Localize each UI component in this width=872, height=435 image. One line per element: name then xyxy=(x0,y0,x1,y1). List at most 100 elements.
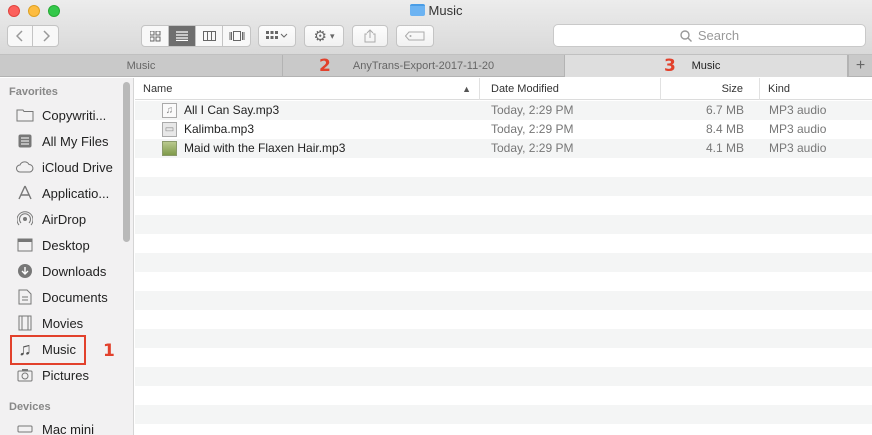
sidebar-item-icloud-drive[interactable]: iCloud Drive xyxy=(15,156,113,178)
annotation-marker-3: 3 xyxy=(664,56,676,76)
chevron-left-icon xyxy=(16,30,23,42)
file-date: Today, 2:29 PM xyxy=(491,103,574,117)
empty-row xyxy=(135,329,872,348)
documents-icon xyxy=(15,288,35,306)
sidebar-item-all-my-files[interactable]: All My Files xyxy=(15,130,108,152)
audio-file-icon: ♫ xyxy=(162,103,177,118)
file-name: Maid with the Flaxen Hair.mp3 xyxy=(184,141,346,155)
folder-icon xyxy=(409,4,425,16)
devices-heading: Devices xyxy=(9,401,51,413)
empty-row xyxy=(135,158,872,177)
file-size: 4.1 MB xyxy=(705,141,744,155)
sidebar-item-label: Pictures xyxy=(42,367,89,383)
share-icon xyxy=(364,29,376,43)
plus-icon: + xyxy=(855,57,866,74)
view-mode-control xyxy=(141,25,251,47)
sidebar-item-desktop[interactable]: Desktop xyxy=(15,234,90,256)
column-header-date[interactable]: Date Modified xyxy=(480,78,661,100)
empty-row xyxy=(135,177,872,196)
sidebar: Favorites Copywriti... All My Files iClo… xyxy=(0,78,134,435)
arrange-button[interactable] xyxy=(258,25,296,47)
back-button[interactable] xyxy=(8,26,34,46)
annotation-marker-1: 1 xyxy=(103,341,115,361)
sidebar-item-downloads[interactable]: Downloads xyxy=(15,260,106,282)
search-placeholder: Search xyxy=(697,28,740,43)
file-row[interactable]: ♫ All I Can Say.mp3 Today, 2:29 PM 6.7 M… xyxy=(135,101,872,120)
file-date: Today, 2:29 PM xyxy=(491,122,574,136)
column-size-label: Size xyxy=(721,83,743,95)
airdrop-icon xyxy=(15,210,35,228)
column-view-button[interactable] xyxy=(196,26,223,46)
arrange-grid-icon xyxy=(266,31,288,39)
empty-row xyxy=(135,234,872,253)
icon-view-button[interactable] xyxy=(142,26,169,46)
sidebar-item-documents[interactable]: Documents xyxy=(15,286,108,308)
cover-flow-view-button[interactable] xyxy=(223,26,250,46)
grid-icon xyxy=(149,30,160,41)
file-row[interactable]: Maid with the Flaxen Hair.mp3 Today, 2:2… xyxy=(135,139,872,158)
all-files-icon xyxy=(15,132,35,150)
empty-row xyxy=(135,348,872,367)
column-header-kind[interactable]: Kind xyxy=(760,78,872,100)
file-size: 6.7 MB xyxy=(705,103,744,117)
chevron-down-icon: ▾ xyxy=(329,30,335,41)
file-name: All I Can Say.mp3 xyxy=(184,103,280,117)
file-kind: MP3 audio xyxy=(769,103,827,117)
column-name-label: Name xyxy=(143,83,173,95)
empty-row xyxy=(135,405,872,424)
edit-tags-button[interactable] xyxy=(396,25,434,47)
new-tab-button[interactable]: + xyxy=(848,55,872,77)
tab-music-1[interactable]: Music xyxy=(0,55,283,77)
tab-music-active[interactable]: Music xyxy=(565,55,848,77)
sidebar-item-airdrop[interactable]: AirDrop xyxy=(15,208,86,230)
empty-row xyxy=(135,196,872,215)
desktop-icon xyxy=(15,236,35,254)
sidebar-item-movies[interactable]: Movies xyxy=(15,312,83,334)
column-header-size[interactable]: Size xyxy=(661,78,760,100)
search-input[interactable]: Search xyxy=(553,24,866,47)
sidebar-item-mac-mini[interactable]: Mac mini xyxy=(15,418,94,435)
gear-icon: ⚙ xyxy=(313,28,327,45)
empty-row xyxy=(135,310,872,329)
empty-row xyxy=(135,367,872,386)
list-view-button[interactable] xyxy=(169,26,196,46)
cover-flow-icon xyxy=(229,31,244,41)
sidebar-item-label: iCloud Drive xyxy=(42,159,113,175)
window-toolbar: Music ⚙ ▾ Search xyxy=(0,0,872,55)
column-kind-label: Kind xyxy=(768,83,791,95)
sidebar-item-label: Copywriti... xyxy=(42,107,107,123)
column-date-label: Date Modified xyxy=(491,83,559,95)
audio-file-thumbnail-icon: ▭ xyxy=(162,122,177,137)
folder-icon xyxy=(15,106,35,124)
annotation-marker-2: 2 xyxy=(319,56,331,76)
sidebar-item-label: AirDrop xyxy=(42,211,87,227)
annotation-highlight-music xyxy=(10,335,86,365)
file-kind: MP3 audio xyxy=(769,141,827,155)
movies-icon xyxy=(15,314,35,332)
sidebar-item-pictures[interactable]: Pictures xyxy=(15,364,89,386)
sidebar-item-label: Mac mini xyxy=(42,421,95,435)
cloud-icon xyxy=(15,158,35,176)
file-date: Today, 2:29 PM xyxy=(491,141,574,155)
sidebar-item-label: Downloads xyxy=(42,263,107,279)
action-menu-button[interactable]: ⚙ ▾ xyxy=(304,25,344,47)
sidebar-item-applications[interactable]: Applicatio... xyxy=(15,182,109,204)
sort-ascending-icon: ▲ xyxy=(462,84,471,94)
empty-row xyxy=(135,215,872,234)
file-row[interactable]: ▭ Kalimba.mp3 Today, 2:29 PM 8.4 MB MP3 … xyxy=(135,120,872,139)
forward-button[interactable] xyxy=(33,26,58,46)
share-button[interactable] xyxy=(352,25,388,47)
column-header-name[interactable]: Name ▲ xyxy=(135,78,480,100)
camera-icon xyxy=(15,366,35,384)
file-list: ♫ All I Can Say.mp3 Today, 2:29 PM 6.7 M… xyxy=(135,101,872,435)
sidebar-item-copywriting[interactable]: Copywriti... xyxy=(15,104,106,126)
magnifier-icon xyxy=(680,29,692,42)
file-size: 8.4 MB xyxy=(705,122,744,136)
downloads-icon xyxy=(15,262,35,280)
sidebar-item-label: Desktop xyxy=(42,237,90,253)
sidebar-scrollbar[interactable] xyxy=(123,82,130,242)
window-title: Music xyxy=(0,3,872,18)
empty-row xyxy=(135,291,872,310)
file-kind: MP3 audio xyxy=(769,122,827,136)
empty-row xyxy=(135,272,872,291)
